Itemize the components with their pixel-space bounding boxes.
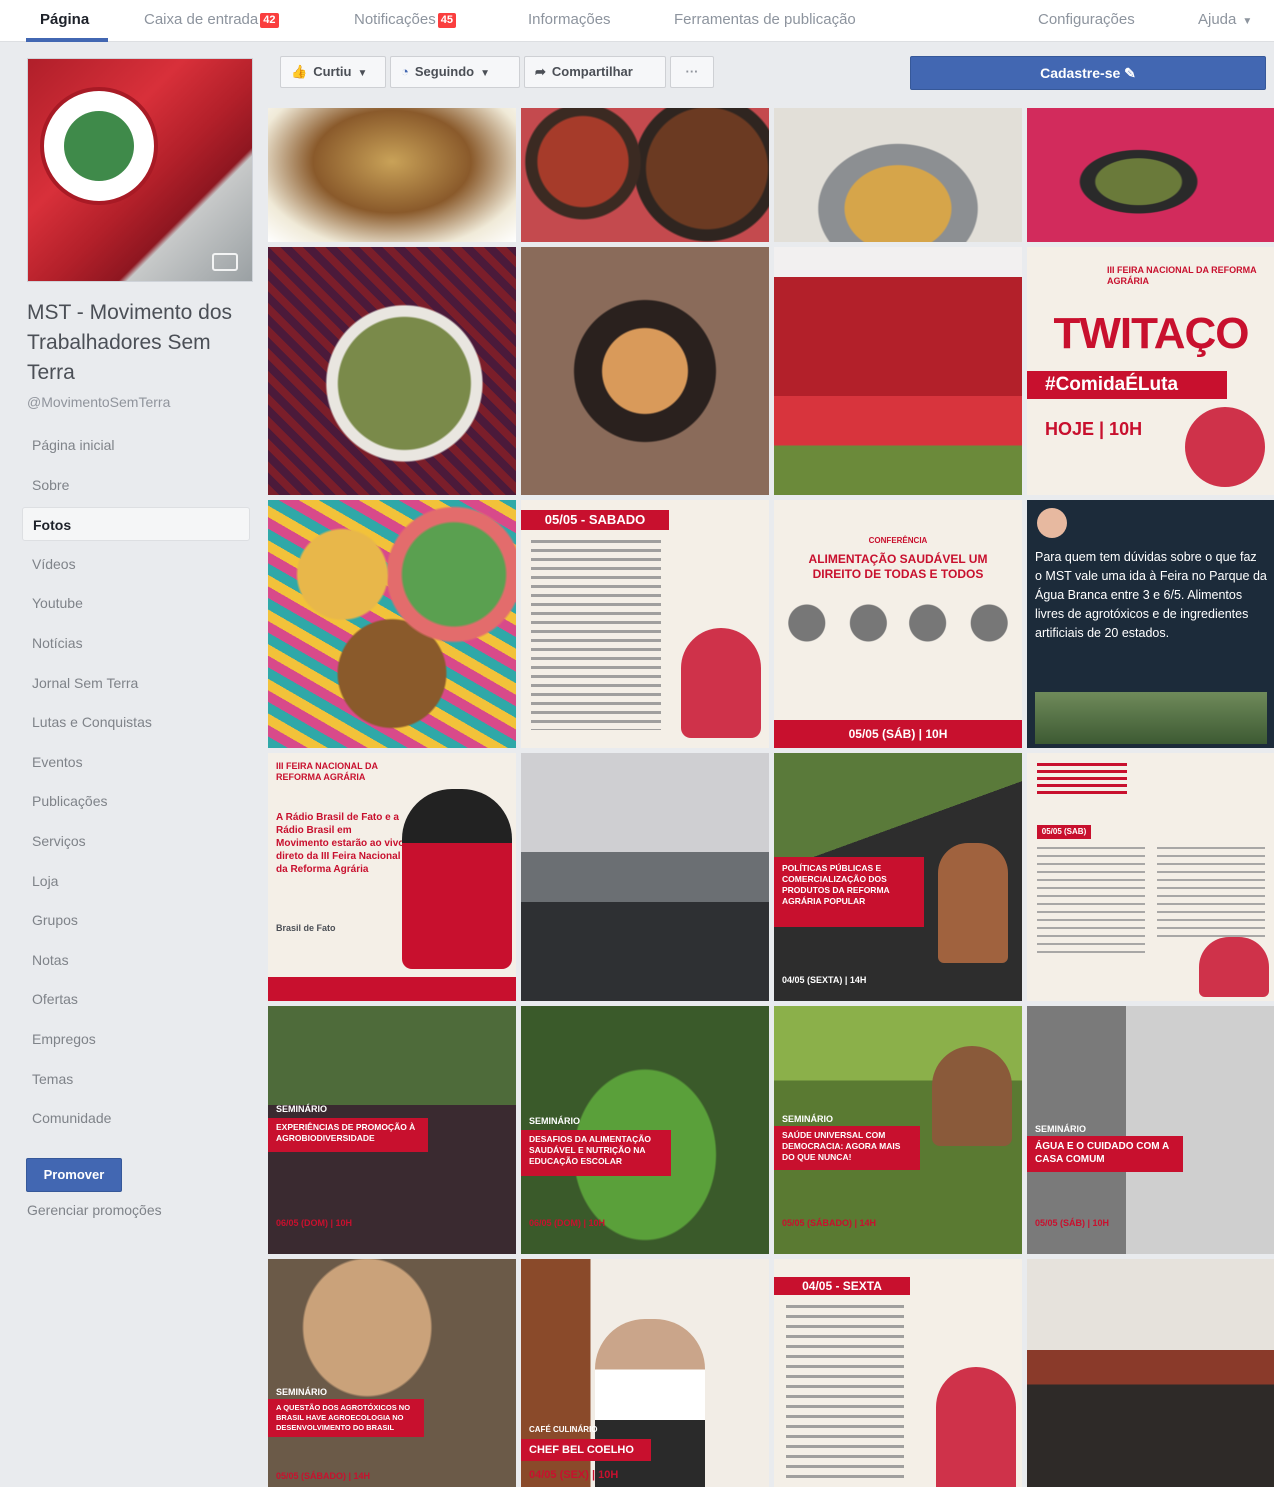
pencil-icon: ✎ <box>1124 65 1136 81</box>
avatar <box>1037 508 1067 538</box>
photo-pesticides[interactable]: SEMINÁRIO A QUESTÃO DOS AGROTÓXICOS NO B… <box>268 1259 516 1487</box>
photo-tile[interactable] <box>1027 108 1274 242</box>
nav-themes[interactable]: Temas <box>22 1062 250 1096</box>
tab-inbox[interactable]: Caixa de entrada 42 <box>144 0 279 42</box>
page-title: MST - Movimento dos Trabalhadores Sem Te… <box>27 301 233 384</box>
photo-water[interactable]: SEMINÁRIO ÁGUA E O CUIDADO COM A CASA CO… <box>1027 1006 1274 1254</box>
photo-tile[interactable] <box>521 753 769 1001</box>
tab-help[interactable]: Ajuda ▼ <box>1198 0 1252 42</box>
top-navigation: Página Caixa de entrada 42 Notificações 45… <box>0 0 1274 42</box>
nav-news[interactable]: Notícias <box>22 626 250 660</box>
illustration <box>1199 937 1269 997</box>
share-arrow-icon: ➦ <box>535 64 546 79</box>
nav-home[interactable]: Página inicial <box>22 428 250 462</box>
photo-twitaco[interactable]: III FEIRA NACIONAL DA REFORMA AGRÁRIA TW… <box>1027 247 1274 495</box>
nav-lutas[interactable]: Lutas e Conquistas <box>22 705 250 739</box>
left-column: MST - Movimento dos Trabalhadores Sem Te… <box>0 42 264 1487</box>
thumbs-up-icon: 👍 <box>291 64 308 79</box>
profile-picture[interactable] <box>27 58 253 282</box>
illustration <box>402 789 512 969</box>
page-action-bar: 👍 Curtiu ▼ ◔ Seguindo ▼ ➦ Compartilhar ··· Ca… <box>270 56 1266 90</box>
photo-grid: III FEIRA NACIONAL DA REFORMA AGRÁRIA TW… <box>268 108 1274 1487</box>
camera-icon[interactable] <box>212 253 238 271</box>
chevron-down-icon: ▼ <box>357 68 368 79</box>
photo-health[interactable]: SEMINÁRIO SAÚDE UNIVERSAL COM DEMOCRACIA… <box>774 1006 1022 1254</box>
photo-tile[interactable] <box>521 247 769 495</box>
chevron-down-icon: ▼ <box>1242 16 1253 27</box>
nav-shop[interactable]: Loja <box>22 864 250 898</box>
nav-photos[interactable]: Fotos <box>22 507 250 542</box>
nav-videos[interactable]: Vídeos <box>22 547 250 581</box>
mst-flag-emblem <box>40 87 158 205</box>
photo-tile[interactable] <box>268 247 516 495</box>
follow-button[interactable]: ◔ Seguindo ▼ <box>390 56 520 88</box>
photo-radio[interactable]: III FEIRA NACIONAL DA REFORMA AGRÁRIA A … <box>268 753 516 1001</box>
like-button[interactable]: 👍 Curtiu ▼ <box>280 56 386 88</box>
tab-page[interactable]: Página <box>40 0 89 42</box>
photo-school-nutrition[interactable]: SEMINÁRIO DESAFIOS DA ALIMENTAÇÃO SAUDÁV… <box>521 1006 769 1254</box>
nav-community[interactable]: Comunidade <box>22 1101 250 1135</box>
illustration <box>936 1367 1016 1487</box>
person-photo <box>932 1046 1012 1146</box>
page-nav: Página inicial Sobre Fotos Vídeos Youtub… <box>22 428 250 1141</box>
more-options-button[interactable]: ··· <box>670 56 714 88</box>
manage-promotions-link[interactable]: Gerenciar promoções <box>27 1202 162 1218</box>
speaker-photos <box>784 600 1012 646</box>
photo-schedule-saturday[interactable]: 05/05 - SABADO <box>521 500 769 748</box>
photo-tile[interactable] <box>268 500 516 748</box>
inbox-badge: 42 <box>260 13 279 28</box>
photo-tile[interactable] <box>774 108 1022 242</box>
photo-schedule-program[interactable]: 05/05 (SAB) <box>1027 753 1274 1001</box>
rss-icon: ◔ <box>401 64 409 79</box>
photo-tile[interactable] <box>774 247 1022 495</box>
person-photo <box>595 1319 705 1487</box>
photo-tile[interactable] <box>1027 1259 1274 1487</box>
nav-services[interactable]: Serviços <box>22 824 250 858</box>
nav-jornal[interactable]: Jornal Sem Terra <box>22 666 250 700</box>
nav-groups[interactable]: Grupos <box>22 903 250 937</box>
schedule-lines <box>531 540 661 730</box>
nav-events[interactable]: Eventos <box>22 745 250 779</box>
tab-publishing-tools[interactable]: Ferramentas de publicação <box>674 0 856 42</box>
share-button[interactable]: ➦ Compartilhar <box>524 56 666 88</box>
photo-chef[interactable]: CAFÉ CULINÁRIO CHEF BEL COELHO 04/05 (SE… <box>521 1259 769 1487</box>
notifications-badge: 45 <box>437 13 456 28</box>
page-handle[interactable]: @MovimentoSemTerra <box>27 394 170 410</box>
photo-schedule-friday[interactable]: 04/05 - SEXTA <box>774 1259 1022 1487</box>
photo-agrobiodiversity[interactable]: SEMINÁRIO EXPERIÊNCIAS DE PROMOÇÃO À AGR… <box>268 1006 516 1254</box>
nav-notes[interactable]: Notas <box>22 943 250 977</box>
person-photo <box>938 843 1008 963</box>
tab-notifications[interactable]: Notificações 45 <box>354 0 456 42</box>
photo-politicas[interactable]: POLÍTICAS PÚBLICAS E COMERCIALIZAÇÃO DOS… <box>774 753 1022 1001</box>
tweet-image <box>1035 692 1267 744</box>
illustration <box>681 628 761 738</box>
footer-banner <box>268 977 516 1001</box>
tab-settings[interactable]: Configurações <box>1038 0 1135 42</box>
nav-jobs[interactable]: Empregos <box>22 1022 250 1056</box>
photo-conference[interactable]: CONFERÊNCIA ALIMENTAÇÃO SAUDÁVEL UM DIRE… <box>774 500 1022 748</box>
promote-button[interactable]: Promover <box>26 1158 122 1192</box>
photo-tile[interactable] <box>268 108 516 242</box>
chevron-down-icon: ▼ <box>480 68 490 79</box>
nav-offers[interactable]: Ofertas <box>22 982 250 1016</box>
photo-tweet[interactable]: Para quem tem dúvidas sobre o que faz o … <box>1027 500 1274 748</box>
signup-button[interactable]: Cadastre-se ✎ <box>910 56 1266 90</box>
nav-youtube[interactable]: Youtube <box>22 586 250 620</box>
nav-posts[interactable]: Publicações <box>22 784 250 818</box>
photo-tile[interactable] <box>521 108 769 242</box>
illustration <box>1185 407 1265 487</box>
nav-about[interactable]: Sobre <box>22 468 250 502</box>
tab-insights[interactable]: Informações <box>528 0 611 42</box>
